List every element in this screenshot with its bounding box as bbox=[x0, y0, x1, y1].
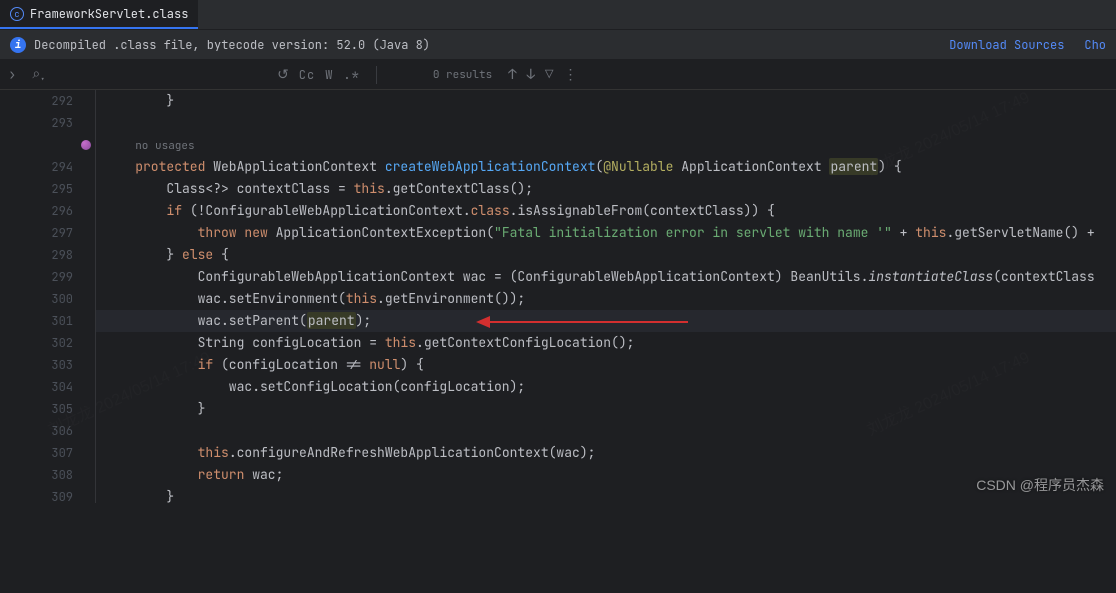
search-icon[interactable]: ⌕▾ bbox=[32, 65, 45, 85]
line-num: 306 bbox=[0, 420, 95, 442]
line-num: 294 bbox=[0, 156, 95, 178]
code-line: wac.setEnvironment(this.getEnvironment()… bbox=[96, 288, 1116, 310]
code-line: String configLocation = this.getContextC… bbox=[96, 332, 1116, 354]
regex-toggle[interactable]: .* bbox=[343, 67, 359, 83]
code-line: Class<?> contextClass = this.getContextC… bbox=[96, 178, 1116, 200]
code-line: } bbox=[96, 398, 1116, 420]
code-line bbox=[96, 420, 1116, 442]
code-line: } bbox=[96, 90, 1116, 112]
csdn-watermark: CSDN @程序员杰森 bbox=[976, 475, 1104, 495]
download-sources-link[interactable]: Download Sources bbox=[949, 37, 1064, 53]
code-line: if (!ConfigurableWebApplicationContext.c… bbox=[96, 200, 1116, 222]
match-case-toggle[interactable]: Cc bbox=[299, 67, 315, 83]
annotation-arrow bbox=[476, 316, 696, 328]
editor[interactable]: } no usages protected WebApplicationCont… bbox=[95, 90, 1116, 503]
code-line: } bbox=[96, 486, 1116, 503]
code-line: return wac; bbox=[96, 464, 1116, 486]
code-line: protected WebApplicationContext createWe… bbox=[96, 156, 1116, 178]
code-line: this.configureAndRefreshWebApplicationCo… bbox=[96, 442, 1116, 464]
info-icon: i bbox=[10, 37, 26, 53]
results-count: 0 results bbox=[433, 68, 492, 82]
class-icon: c bbox=[10, 7, 24, 21]
line-num: 305 bbox=[0, 398, 95, 420]
line-num: 304 bbox=[0, 376, 95, 398]
gutter: 292 293 294 295 296 297 298 299 300 301 … bbox=[0, 90, 95, 593]
tab-label: FrameworkServlet.class bbox=[30, 6, 188, 22]
choose-sources-link[interactable]: Cho bbox=[1084, 37, 1106, 53]
code-line: } else { bbox=[96, 244, 1116, 266]
code-line: ConfigurableWebApplicationContext wac = … bbox=[96, 266, 1116, 288]
more-icon[interactable]: ⋮ bbox=[563, 66, 577, 84]
line-num: 299 bbox=[0, 266, 95, 288]
code-line: throw new ApplicationContextException("F… bbox=[96, 222, 1116, 244]
code-line: wac.setConfigLocation(configLocation); bbox=[96, 376, 1116, 398]
words-toggle[interactable]: W bbox=[325, 67, 333, 83]
line-num: 303 bbox=[0, 354, 95, 376]
tab-bar: c FrameworkServlet.class bbox=[0, 0, 1116, 30]
line-num: 292 bbox=[0, 90, 95, 112]
line-num: 298 bbox=[0, 244, 95, 266]
line-num: 293 bbox=[0, 112, 95, 134]
line-num: 296 bbox=[0, 200, 95, 222]
line-num: 302 bbox=[0, 332, 95, 354]
chevron-right-icon[interactable]: › bbox=[8, 66, 16, 84]
line-num: 297 bbox=[0, 222, 95, 244]
filter-icon[interactable]: ▽ bbox=[545, 66, 553, 84]
info-bar: i Decompiled .class file, bytecode versi… bbox=[0, 30, 1116, 60]
usage-hint: no usages bbox=[96, 134, 1116, 156]
prev-match-icon[interactable]: ↑ bbox=[508, 66, 516, 84]
line-num: 300 bbox=[0, 288, 95, 310]
undo-icon[interactable]: ↺ bbox=[277, 66, 289, 84]
line-num: 309 bbox=[0, 486, 95, 508]
line-num: 301 bbox=[0, 310, 95, 332]
code-line bbox=[96, 112, 1116, 134]
code-line-highlight: wac.setParent(parent); bbox=[96, 310, 1116, 332]
line-num: 295 bbox=[0, 178, 95, 200]
find-toolbar: › ⌕▾ ↺ Cc W .* 0 results ↑ ↓ ▽ ⋮ bbox=[0, 60, 1116, 90]
decompiled-notice: Decompiled .class file, bytecode version… bbox=[34, 37, 430, 53]
line-num: 308 bbox=[0, 464, 95, 486]
code-line: if (configLocation != null) { bbox=[96, 354, 1116, 376]
line-num: 307 bbox=[0, 442, 95, 464]
next-match-icon[interactable]: ↓ bbox=[527, 66, 535, 84]
file-tab[interactable]: c FrameworkServlet.class bbox=[0, 0, 198, 29]
